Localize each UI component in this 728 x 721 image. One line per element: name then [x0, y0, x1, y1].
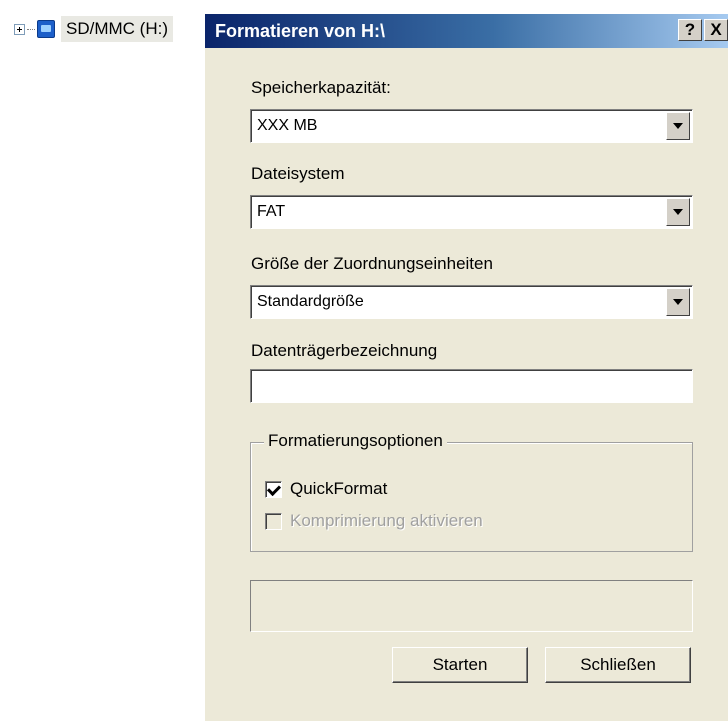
allocation-value: Standardgröße: [257, 293, 364, 310]
close-window-button[interactable]: X: [704, 19, 728, 41]
quickformat-label: QuickFormat: [290, 479, 388, 498]
progress-bar: [250, 580, 693, 632]
allocation-label: Größe der Zuordnungseinheiten: [251, 254, 493, 273]
capacity-dropdown-button[interactable]: [666, 112, 690, 140]
filesystem-dropdown-button[interactable]: [666, 198, 690, 226]
dialog-titlebar[interactable]: Formatieren von H:\ ? X: [205, 14, 728, 48]
allocation-dropdown-button[interactable]: [666, 288, 690, 316]
dialog-title: Formatieren von H:\: [215, 20, 386, 41]
filesystem-label: Dateisystem: [251, 164, 345, 183]
chevron-down-icon: [673, 209, 683, 215]
format-dialog: Formatieren von H:\ ? X Speicherkapazitä…: [205, 14, 728, 721]
tree-node-sd-mmc[interactable]: SD/MMC (H:): [14, 14, 173, 44]
chevron-down-icon: [673, 299, 683, 305]
capacity-value: XXX MB: [257, 117, 318, 134]
compression-checkbox: [265, 512, 282, 530]
format-options-group: Formatierungsoptionen QuickFormat Kompri…: [250, 431, 693, 552]
compression-label: Komprimierung aktivieren: [290, 511, 483, 530]
sd-card-drive-icon: [37, 20, 55, 38]
format-options-legend: Formatierungsoptionen: [264, 431, 447, 451]
quickformat-checkbox[interactable]: [265, 480, 282, 498]
expand-plus-icon[interactable]: [14, 23, 25, 35]
filesystem-value: FAT: [257, 203, 286, 220]
tree-connector: [27, 28, 35, 30]
drive-label[interactable]: SD/MMC (H:): [61, 16, 173, 42]
capacity-label: Speicherkapazität:: [251, 78, 391, 97]
title-buttons: ? X: [678, 19, 728, 41]
volume-label-input[interactable]: [250, 369, 693, 403]
help-button[interactable]: ?: [678, 19, 702, 41]
allocation-select[interactable]: Standardgröße: [250, 285, 693, 319]
compression-option: Komprimierung aktivieren: [265, 511, 483, 531]
start-button[interactable]: Starten: [392, 647, 528, 683]
quickformat-option[interactable]: QuickFormat: [265, 479, 387, 499]
capacity-select[interactable]: XXX MB: [250, 109, 693, 143]
close-button[interactable]: Schließen: [545, 647, 691, 683]
chevron-down-icon: [673, 123, 683, 129]
volume-label-label: Datenträgerbezeichnung: [251, 341, 438, 360]
filesystem-select[interactable]: FAT: [250, 195, 693, 229]
